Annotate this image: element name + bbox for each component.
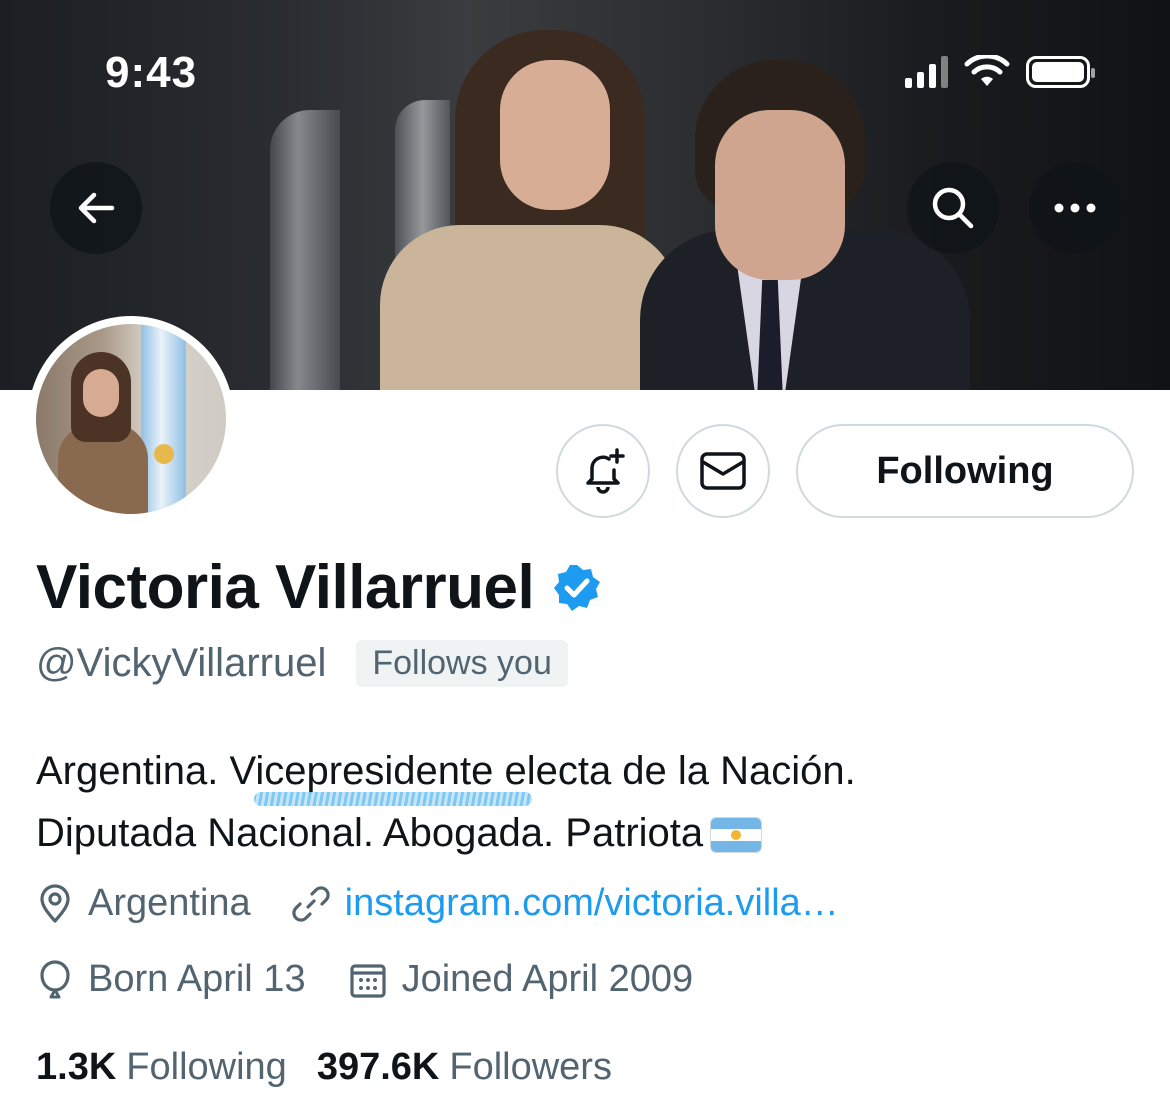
banner-person-face <box>715 110 845 280</box>
location-text: Argentina <box>88 882 251 924</box>
joined-text: Joined April 2009 <box>401 958 694 1000</box>
bio-line-with-flag: Diputada Nacional. Abogada. Patriota <box>36 802 1136 864</box>
balloon-icon <box>40 959 70 998</box>
bell-plus-icon <box>586 448 625 494</box>
avatar-person-face <box>83 369 119 417</box>
profile-avatar[interactable] <box>28 316 234 522</box>
location-pin-icon <box>40 883 70 923</box>
following-count: 1.3K <box>36 1046 117 1088</box>
location-item: Argentina <box>36 882 251 925</box>
banner-person-face <box>500 60 610 210</box>
following-button[interactable]: Following <box>796 424 1134 518</box>
bio-line: Argentina. Vicepresidente electa de la N… <box>36 749 856 793</box>
notifications-button[interactable] <box>556 424 650 518</box>
bio-line: Diputada Nacional. Abogada. Patriota <box>36 811 704 855</box>
avatar-flag-sun <box>154 444 174 464</box>
search-button[interactable] <box>907 162 999 254</box>
argentina-flag-icon <box>711 818 762 853</box>
arrow-left-icon <box>78 192 115 224</box>
banner-background-door <box>270 110 340 390</box>
followers-label: Followers <box>449 1046 612 1088</box>
envelope-icon <box>700 452 746 490</box>
calendar-icon <box>349 963 386 998</box>
message-button[interactable] <box>676 424 770 518</box>
display-name: Victoria Villarruel <box>36 553 535 622</box>
link-icon <box>292 885 330 922</box>
joined-item: Joined April 2009 <box>348 958 694 1001</box>
followers-count: 397.6K <box>316 1046 440 1088</box>
following-label: Following <box>126 1046 287 1088</box>
profile-bio: Argentina. Vicepresidente electa de la N… <box>36 740 1136 864</box>
avatar-photo <box>36 324 226 514</box>
battery-icon <box>1026 56 1095 88</box>
profile-meta-row: Born April 13 Joined April 2009 <box>36 958 693 1001</box>
birthday-item: Born April 13 <box>36 958 306 1001</box>
website-link[interactable]: instagram.com/victoria.villa… <box>345 882 839 925</box>
banner-person-coat <box>380 225 680 390</box>
verified-badge-icon[interactable] <box>552 563 602 613</box>
profile-meta-row: Argentina instagram.com/victoria.villa… <box>36 882 839 925</box>
status-bar-icons <box>905 55 1095 89</box>
search-icon <box>932 187 974 229</box>
followers-stat[interactable]: 397.6K Followers <box>317 1046 612 1089</box>
user-handle: @VickyVillarruel <box>36 641 327 685</box>
birthday-text: Born April 13 <box>88 958 306 1000</box>
highlighter-scribble <box>254 792 532 806</box>
website-item[interactable]: instagram.com/victoria.villa… <box>291 882 839 925</box>
back-button[interactable] <box>50 162 142 254</box>
more-options-button[interactable] <box>1029 162 1121 254</box>
wifi-icon <box>964 55 1010 86</box>
cellular-signal-icon <box>905 56 948 88</box>
following-stat[interactable]: 1.3K Following <box>36 1046 287 1089</box>
status-bar-time: 9:43 <box>105 48 198 97</box>
profile-handle-row: @VickyVillarruel Follows you <box>36 640 568 687</box>
follows-you-badge: Follows you <box>356 640 568 687</box>
profile-name-row: Victoria Villarruel <box>36 552 602 623</box>
more-horizontal-icon <box>1054 203 1096 213</box>
follow-stats: 1.3K Following 397.6K Followers <box>36 1046 612 1089</box>
